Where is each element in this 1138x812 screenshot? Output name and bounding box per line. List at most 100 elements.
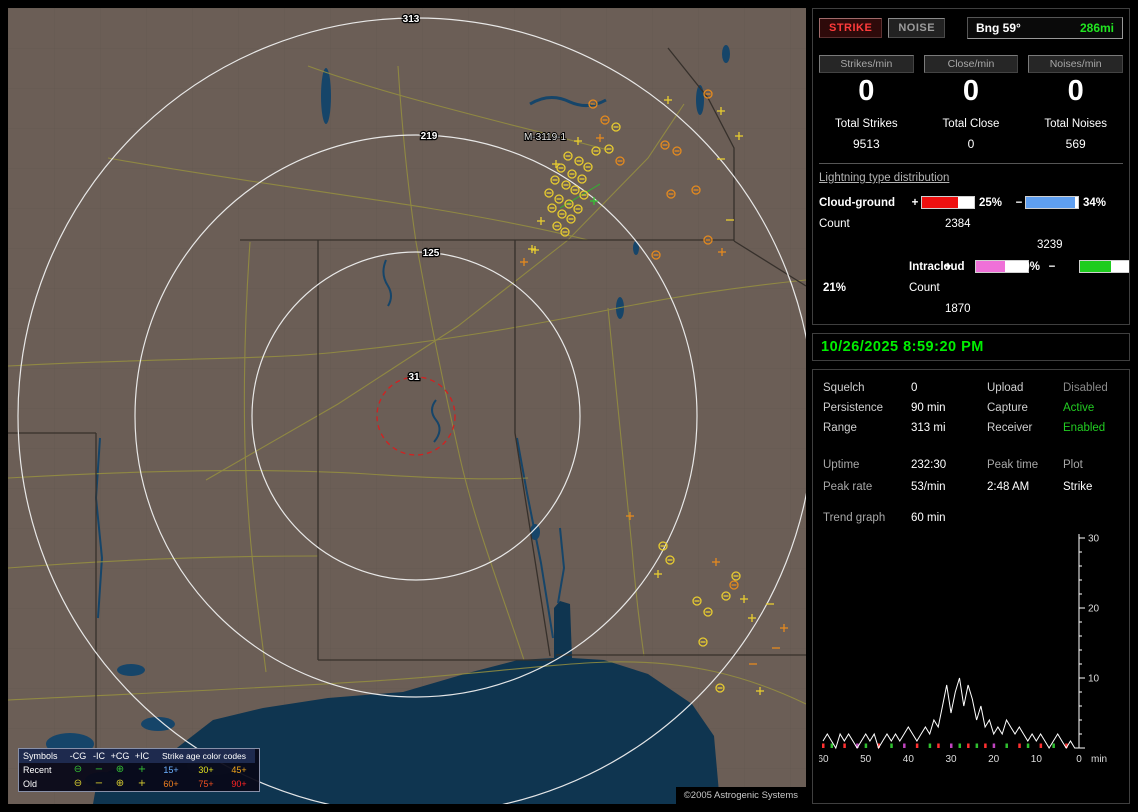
capture-label: Capture (987, 402, 1028, 414)
bearing-value: Bng 59° (976, 21, 1021, 35)
datetime-box: 10/26/2025 8:59:20 PM (812, 333, 1130, 361)
range-label: Range (823, 422, 857, 434)
cloud-ground-neg-pct: 34% (1083, 196, 1107, 209)
strikes-per-min-value: 0 (858, 75, 875, 107)
legend-recent-label: Recent (23, 765, 52, 775)
counters-section: STRIKE NOISE Bng 59° 286mi Strikes/min C… (812, 8, 1130, 325)
total-noises-label: Total Noises (1044, 118, 1107, 130)
system-status-section: Squelch 0 Upload Disabled Persistence 90… (812, 369, 1130, 804)
close-per-min-button[interactable]: Close/min (923, 55, 1019, 73)
noises-per-min-button[interactable]: Noises/min (1028, 55, 1123, 73)
age-45: 45+ (231, 765, 247, 775)
trend-graph: 30 20 10 60 50 40 30 20 10 0 min (819, 534, 1107, 766)
trend-graph-window: 60 min (911, 512, 946, 524)
upload-status: Disabled (1063, 382, 1108, 394)
intracloud-neg-count: 2020 (1025, 324, 1130, 325)
svg-text:50: 50 (860, 754, 872, 765)
neg-ic-old-icon: − (94, 778, 104, 789)
intracloud-neg-pct: 21% (823, 282, 847, 294)
svg-text:10: 10 (1031, 754, 1043, 765)
peak-time-value: 2:48 AM (987, 481, 1030, 493)
legend-age-header: Strike age color codes (153, 749, 255, 763)
capture-status: Active (1063, 402, 1095, 414)
legend-col-pos-cg: +CG (109, 749, 131, 763)
map-display: 313 219 125 31 M-3119-1 (8, 8, 806, 804)
plus-sign: + (944, 260, 952, 273)
peak-time-label: Peak time (987, 459, 1039, 471)
strike-mode-button[interactable]: STRIKE (819, 18, 883, 38)
svg-text:0: 0 (1076, 754, 1082, 765)
status-panel: STRIKE NOISE Bng 59° 286mi Strikes/min C… (812, 8, 1130, 804)
svg-text:60: 60 (819, 754, 829, 765)
cloud-ground-neg-bar (1025, 196, 1079, 209)
age-60: 60+ (163, 779, 179, 789)
legend-col-pos-ic: +IC (131, 749, 153, 763)
cloud-ground-label: Cloud-ground (819, 196, 896, 209)
upload-label: Upload (987, 382, 1024, 394)
svg-text:40: 40 (903, 754, 915, 765)
plot-label: Plot (1063, 459, 1083, 471)
ring-label-313: 313 (403, 14, 420, 25)
noises-per-min-value: 0 (1067, 75, 1084, 107)
ring-label-125: 125 (423, 248, 440, 259)
intracloud-label: Intracloud (909, 260, 965, 273)
svg-text:min: min (1091, 754, 1107, 765)
legend-col-neg-cg: -CG (67, 749, 89, 763)
age-90: 90+ (231, 779, 247, 789)
close-per-min-value: 0 (962, 75, 980, 107)
total-noises-value: 569 (1065, 137, 1086, 151)
legend-old-label: Old (23, 779, 38, 789)
intracloud-pos-count: 1870 (945, 303, 971, 315)
receiver-status: Enabled (1063, 422, 1106, 434)
section-divider (819, 163, 1123, 164)
plot-value: Strike (1063, 481, 1093, 493)
pos-ic-recent-icon: + (137, 764, 147, 775)
total-strikes-label: Total Strikes (835, 118, 898, 130)
legend-col-neg-ic: -IC (89, 749, 109, 763)
minus-sign: − (1048, 260, 1056, 273)
legend-symbols-header: Symbols (19, 749, 67, 763)
nexstorm-window: 313 219 125 31 M-3119-1 Symbols -CG -IC … (0, 0, 1138, 812)
range-value: 313 mi (911, 422, 946, 434)
copyright-credit: ©2005 Astrogenic Systems (675, 787, 806, 804)
bearing-distance: 286mi (1079, 21, 1114, 35)
intracloud-neg-bar (1079, 260, 1129, 273)
count-label: Count (909, 282, 940, 294)
current-datetime: 10/26/2025 8:59:20 PM (821, 339, 984, 355)
neg-ic-recent-icon: − (94, 764, 104, 775)
svg-text:20: 20 (988, 754, 1000, 765)
svg-text:30: 30 (945, 754, 957, 765)
plus-sign: + (911, 196, 919, 209)
bearing-readout: Bng 59° 286mi (967, 17, 1123, 39)
age-30: 30+ (198, 765, 214, 775)
count-label: Count (819, 218, 850, 230)
persistence-label: Persistence (823, 402, 884, 414)
map-legend: Symbols -CG -IC +CG +IC Strike age color… (18, 748, 260, 792)
noise-mode-button[interactable]: NOISE (888, 18, 946, 38)
neg-cg-old-icon: ⊖ (73, 778, 83, 789)
svg-text:20: 20 (1088, 604, 1100, 615)
total-close-label: Total Close (942, 118, 1000, 130)
uptime-value: 232:30 (911, 459, 947, 471)
strikes-per-min-button[interactable]: Strikes/min (819, 55, 914, 73)
squelch-value: 0 (911, 382, 918, 394)
trend-graph-label: Trend graph (823, 512, 886, 524)
cloud-ground-pos-bar (921, 196, 975, 209)
storm-cell-label: M-3119-1 (524, 132, 566, 143)
peak-rate-label: Peak rate (823, 481, 873, 493)
uptime-label: Uptime (823, 459, 860, 471)
peak-rate-value: 53/min (911, 481, 946, 493)
ring-label-219: 219 (421, 131, 438, 142)
neg-cg-recent-icon: ⊖ (73, 764, 83, 775)
age-15: 15+ (163, 765, 179, 775)
ring-label-31: 31 (408, 372, 420, 383)
cloud-ground-pos-pct: 25% (979, 196, 1003, 209)
distribution-title: Lightning type distribution (819, 172, 950, 184)
cloud-ground-neg-count: 3239 (1037, 239, 1063, 251)
svg-text:10: 10 (1088, 674, 1100, 685)
age-75: 75+ (198, 779, 214, 789)
pos-ic-old-icon: + (137, 778, 147, 789)
receiver-label: Receiver (987, 422, 1033, 434)
total-close-value: 0 (967, 137, 975, 151)
lightning-map[interactable]: 313 219 125 31 M-3119-1 Symbols -CG -IC … (8, 8, 806, 804)
